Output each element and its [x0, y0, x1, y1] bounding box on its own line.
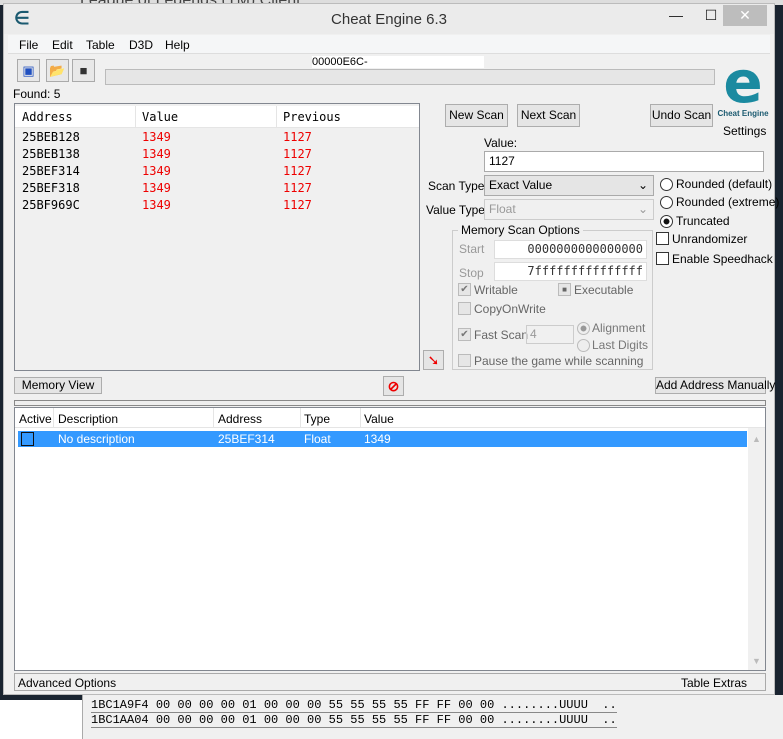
menu-d3d[interactable]: D3D	[129, 38, 153, 52]
settings-link[interactable]: Settings	[723, 124, 766, 138]
value-type-label: Value Type	[426, 203, 485, 217]
scan-type-value: Exact Value	[489, 178, 553, 192]
row-value: 1349	[142, 164, 171, 178]
row-description: No description	[58, 432, 135, 446]
undo-scan-button[interactable]: Undo Scan	[650, 104, 713, 127]
menu-help[interactable]: Help	[165, 38, 190, 52]
hex-ascii: ........UUUU ..	[501, 713, 617, 727]
row-address: 25BEF314	[218, 432, 275, 446]
value-type-value: Float	[489, 202, 516, 216]
row-value: 1349	[142, 181, 171, 195]
value-input[interactable]: 1127	[484, 151, 764, 172]
row-previous: 1127	[283, 130, 312, 144]
result-row[interactable]: 25BEF318 1349 1127	[15, 181, 419, 198]
value-type-select[interactable]: Float ⌄	[484, 199, 654, 220]
chevron-down-icon: ⌄	[637, 202, 648, 216]
add-address-manually-button[interactable]: Add Address Manually	[655, 377, 775, 394]
fast-scan-input[interactable]: 4	[526, 325, 574, 344]
hex-row[interactable]: 1BC1AA04 00 00 00 00 01 00 00 00 55 55 5…	[91, 713, 617, 728]
row-address: 25BEB138	[22, 147, 80, 161]
row-value: 1349	[142, 130, 171, 144]
open-folder-icon[interactable]: 📂	[46, 59, 69, 82]
hex-addr: 1BC1AA04	[91, 713, 149, 727]
bottom-bar: Advanced Options Table Extras	[14, 673, 766, 691]
row-address: 25BEF314	[22, 164, 80, 178]
table-row[interactable]: No description 25BEF314 Float 1349	[18, 431, 747, 447]
value-label: Value:	[484, 136, 518, 150]
scan-type-label: Scan Type	[428, 179, 485, 193]
hex-bytes: 00 00 00 00 01 00 00 00 55 55 55 55 FF F…	[155, 713, 495, 727]
row-address: 25BEF318	[22, 181, 80, 195]
hex-bytes: 00 00 00 00 01 00 00 00 55 55 55 55 FF F…	[155, 698, 495, 712]
column-description[interactable]: Description	[58, 412, 118, 426]
scan-type-select[interactable]: Exact Value ⌄	[484, 175, 654, 196]
memory-view-button[interactable]: Memory View	[14, 377, 102, 394]
table-extras-button[interactable]: Table Extras	[681, 676, 747, 690]
title-bar[interactable]: ∈ Cheat Engine 6.3 — ☐ ✕	[4, 4, 774, 34]
hex-ascii: ........UUUU ..	[501, 698, 617, 712]
splitter-handle[interactable]	[14, 400, 766, 406]
scan-progress-bar	[105, 69, 715, 85]
next-scan-button[interactable]: Next Scan	[517, 104, 580, 127]
result-row[interactable]: 25BEB138 1349 1127	[15, 147, 419, 164]
row-previous: 1127	[283, 198, 312, 212]
scroll-down-icon[interactable]: ▼	[752, 656, 761, 666]
process-label: 00000E6C-	[312, 56, 484, 68]
menu-table[interactable]: Table	[86, 38, 115, 52]
start-address-input[interactable]: 0000000000000000	[494, 240, 647, 259]
column-value[interactable]: Value	[364, 412, 394, 426]
vertical-scrollbar[interactable]: ▲ ▼	[748, 428, 765, 670]
scroll-up-icon[interactable]: ▲	[752, 434, 761, 444]
row-previous: 1127	[283, 164, 312, 178]
column-address[interactable]: Address	[22, 110, 73, 124]
row-previous: 1127	[283, 147, 312, 161]
stop-address-input[interactable]: 7fffffffffffffff	[494, 262, 647, 281]
stop-label: Stop	[459, 266, 484, 280]
found-count: Found: 5	[13, 87, 61, 101]
add-selected-arrow-icon[interactable]: ➘	[423, 350, 444, 370]
cheat-engine-logo[interactable]: e Cheat Engine	[714, 53, 772, 123]
menu-edit[interactable]: Edit	[52, 38, 73, 52]
row-previous: 1127	[283, 181, 312, 195]
scan-results-list[interactable]: Address Value Previous 25BEB128 1349 1127 2…	[14, 103, 420, 371]
logo-text: Cheat Engine	[717, 109, 769, 118]
chevron-down-icon: ⌄	[637, 178, 648, 192]
column-address[interactable]: Address	[218, 412, 262, 426]
result-row[interactable]: 25BF969C 1349 1127	[15, 198, 419, 215]
hex-view[interactable]: 1BC1A9F4 00 00 00 00 01 00 00 00 55 55 5…	[82, 695, 783, 739]
save-icon[interactable]: ■	[72, 59, 95, 82]
new-scan-button[interactable]: New Scan	[445, 104, 508, 127]
open-process-icon[interactable]: ▣	[17, 59, 40, 82]
start-label: Start	[459, 242, 485, 256]
result-row[interactable]: 25BEF314 1349 1127	[15, 164, 419, 181]
background-area	[0, 700, 82, 739]
row-value: 1349	[142, 147, 171, 161]
memory-scan-options-title: Memory Scan Options	[458, 223, 583, 237]
result-row[interactable]: 25BEB128 1349 1127	[15, 130, 419, 147]
row-address: 25BF969C	[22, 198, 80, 212]
row-type: Float	[304, 432, 331, 446]
column-active[interactable]: Active	[19, 412, 52, 426]
active-checkbox[interactable]	[21, 432, 34, 446]
address-table[interactable]: Active Description Address Type Value No…	[14, 407, 766, 671]
menu-file[interactable]: File	[19, 38, 38, 52]
stop-icon[interactable]: ⊘	[383, 376, 404, 396]
menu-bar: File Edit Table D3D Help	[8, 35, 770, 54]
row-address: 25BEB128	[22, 130, 80, 144]
column-type[interactable]: Type	[304, 412, 330, 426]
column-previous[interactable]: Previous	[283, 110, 341, 124]
hex-addr: 1BC1A9F4	[91, 698, 149, 712]
column-value[interactable]: Value	[142, 110, 178, 124]
advanced-options-button[interactable]: Advanced Options	[18, 676, 116, 690]
close-button[interactable]: ✕	[723, 5, 767, 26]
hex-row[interactable]: 1BC1A9F4 00 00 00 00 01 00 00 00 55 55 5…	[91, 698, 617, 713]
row-value: 1349	[364, 432, 391, 446]
row-value: 1349	[142, 198, 171, 212]
